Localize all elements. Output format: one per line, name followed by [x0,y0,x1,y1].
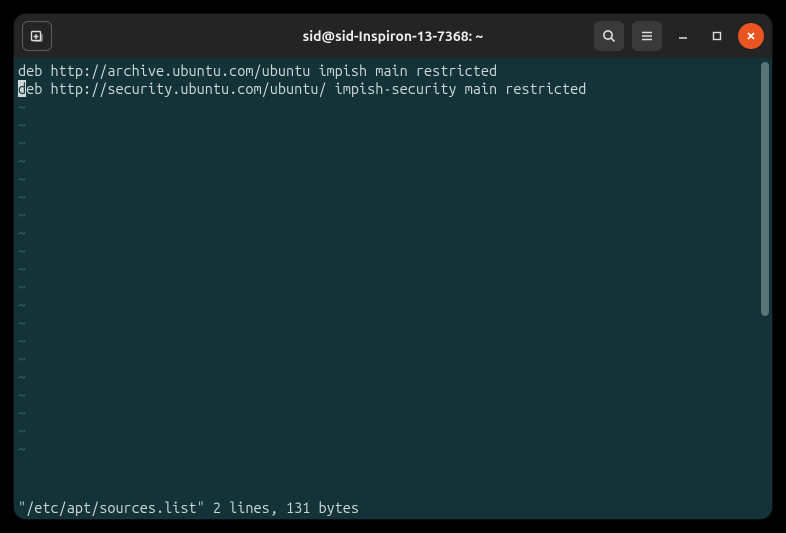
empty-line-tilde: ~ [18,152,772,170]
empty-line-tilde: ~ [18,404,772,422]
titlebar-right [594,21,764,51]
close-button[interactable] [738,23,764,49]
empty-line-tilde: ~ [18,368,772,386]
minimize-icon [677,30,689,42]
cursor: d [18,80,26,97]
empty-line-tilde: ~ [18,206,772,224]
terminal-viewport[interactable]: deb http://archive.ubuntu.com/ubuntu imp… [14,58,772,519]
editor-status-line: "/etc/apt/sources.list" 2 lines, 131 byt… [18,499,772,517]
empty-line-tilde: ~ [18,170,772,188]
empty-line-tilde: ~ [18,224,772,242]
empty-line-tilde: ~ [18,296,772,314]
empty-line-tilde: ~ [18,314,772,332]
hamburger-icon [639,28,655,44]
empty-line-tilde: ~ [18,134,772,152]
minimize-button[interactable] [670,23,696,49]
empty-line-tilde: ~ [18,278,772,296]
close-icon [745,30,757,42]
new-tab-icon [29,28,45,44]
titlebar: sid@sid-Inspiron-13-7368: ~ [14,14,772,58]
empty-line-tilde: ~ [18,242,772,260]
editor-content: deb http://archive.ubuntu.com/ubuntu imp… [18,62,772,499]
scrollbar-thumb[interactable] [761,62,769,316]
maximize-button[interactable] [704,23,730,49]
empty-line-tilde: ~ [18,440,772,458]
empty-line-tilde: ~ [18,260,772,278]
new-tab-button[interactable] [22,21,52,51]
empty-line-tilde: ~ [18,350,772,368]
empty-line-tilde: ~ [18,422,772,440]
empty-line-tilde: ~ [18,98,772,116]
search-icon [601,28,617,44]
editor-line: deb http://archive.ubuntu.com/ubuntu imp… [18,62,772,80]
editor-line: deb http://security.ubuntu.com/ubuntu/ i… [18,80,772,98]
empty-line-tilde: ~ [18,332,772,350]
empty-line-tilde: ~ [18,116,772,134]
empty-line-tilde: ~ [18,188,772,206]
empty-line-tilde: ~ [18,386,772,404]
search-button[interactable] [594,21,624,51]
maximize-icon [711,30,723,42]
terminal-window: sid@sid-Inspiron-13-7368: ~ [14,14,772,519]
menu-button[interactable] [632,21,662,51]
